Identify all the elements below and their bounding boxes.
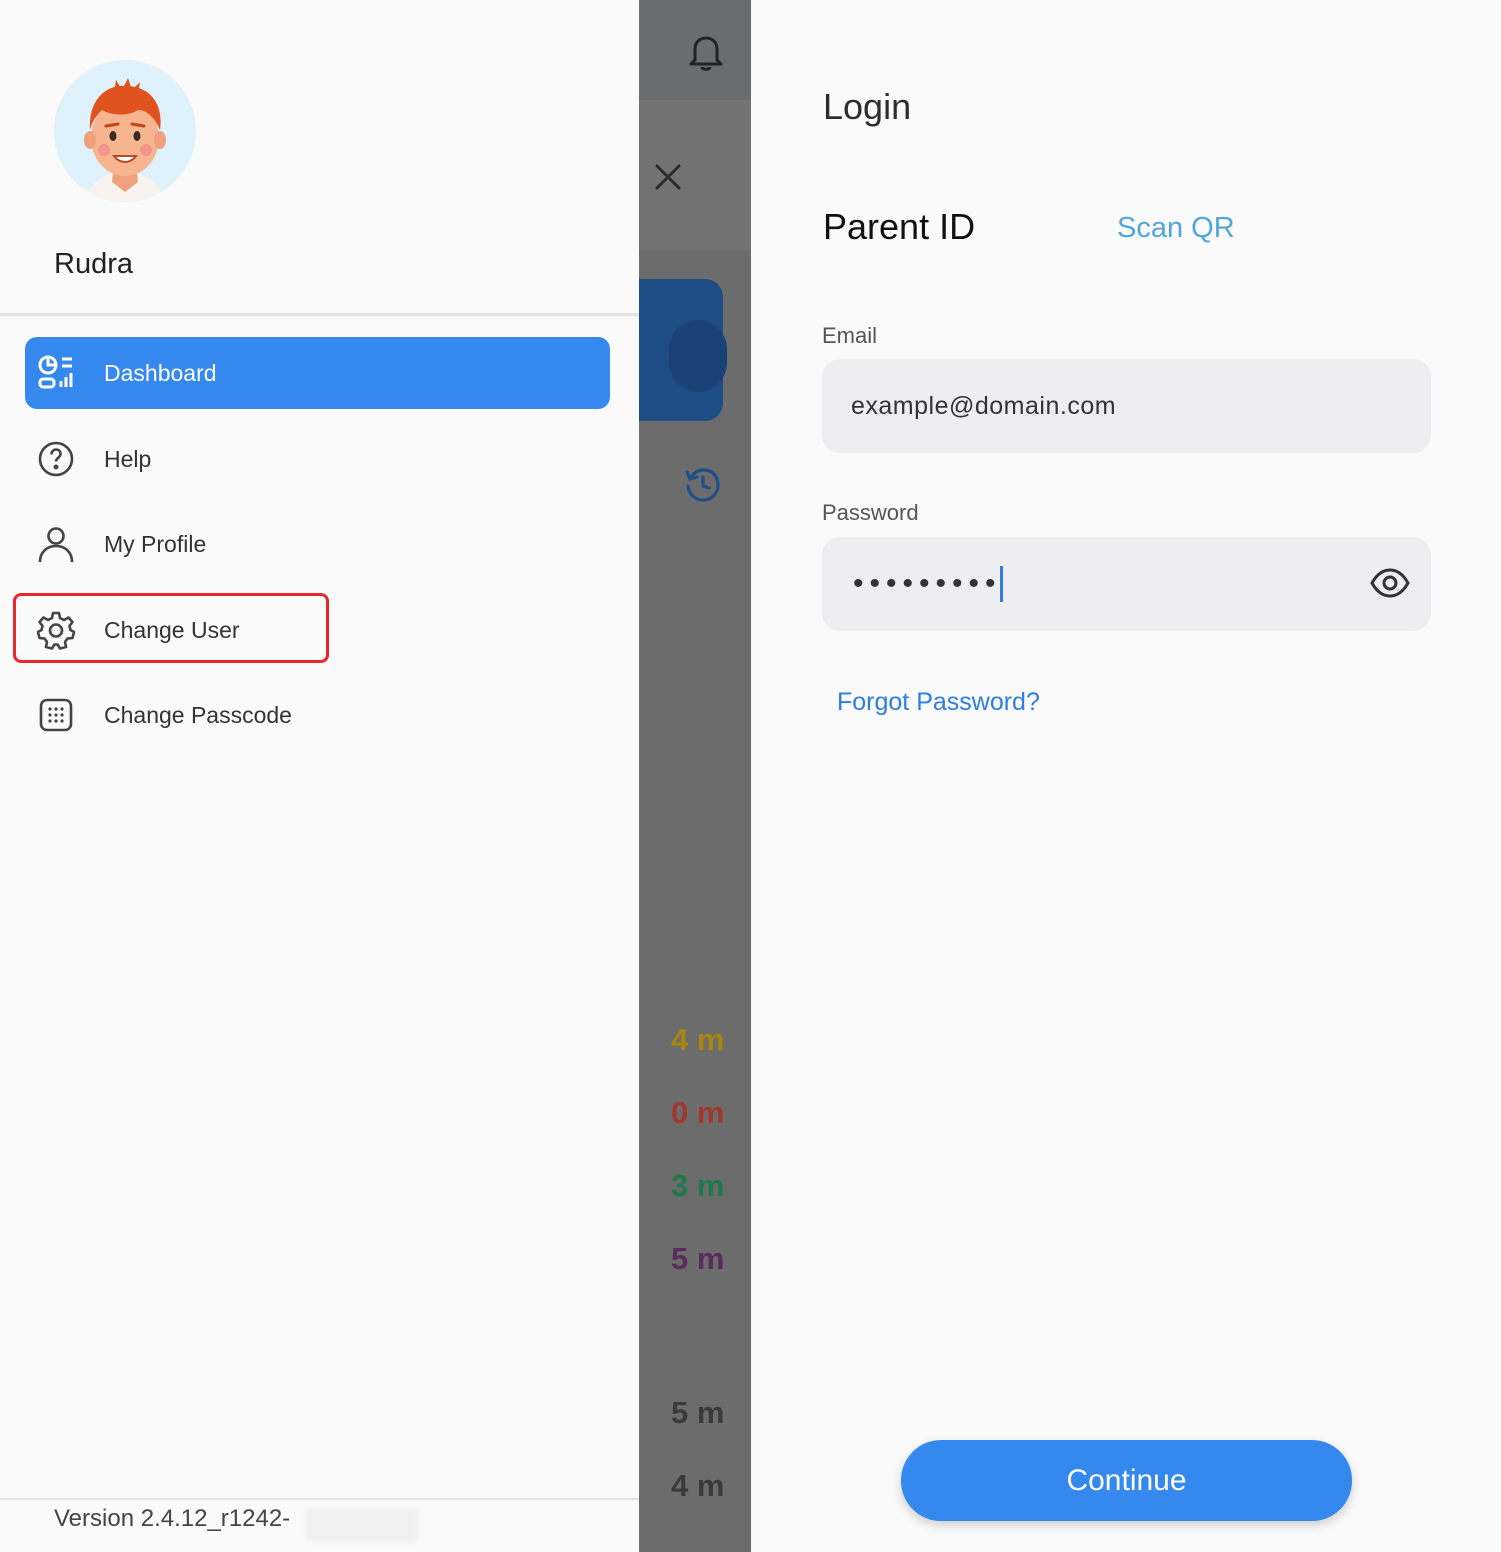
eye-icon[interactable] <box>1370 565 1410 606</box>
nav-label: Change Passcode <box>104 701 292 728</box>
nav-item-my-profile[interactable]: My Profile <box>25 508 610 580</box>
scan-qr-link[interactable]: Scan QR <box>1117 212 1235 245</box>
password-label: Password <box>822 500 919 525</box>
nav-label: Help <box>104 445 152 472</box>
minutes-label: 5 m <box>671 1395 725 1430</box>
password-dots: ••••••••• <box>853 567 1002 600</box>
history-icon <box>684 466 722 509</box>
email-field[interactable]: example@domain.com <box>822 359 1431 453</box>
keypad-icon <box>36 695 76 735</box>
password-value: ••••••••• <box>853 566 1003 602</box>
minutes-label: 0 m <box>671 1095 725 1130</box>
user-name: Rudra <box>54 248 133 280</box>
person-icon <box>36 524 76 564</box>
email-label: Email <box>822 323 878 348</box>
email-value: example@domain.com <box>851 391 1117 420</box>
continue-button[interactable]: Continue <box>901 1440 1352 1521</box>
page-title: Login <box>823 86 912 127</box>
background-card-graphic <box>669 320 727 392</box>
nav-label: My Profile <box>104 530 207 557</box>
minutes-label: 5 m <box>671 1241 725 1276</box>
navigation-drawer: Rudra Dashboard Help My Profile Change U… <box>0 0 639 1552</box>
divider <box>0 1498 639 1500</box>
avatar-illustration <box>54 60 196 202</box>
login-panel: Login Parent ID Scan QR Email example@do… <box>751 10 1501 1552</box>
forgot-password-link[interactable]: Forgot Password? <box>837 688 1040 717</box>
section-title: Parent ID <box>823 206 976 247</box>
dashboard-icon <box>36 353 76 393</box>
nav-item-change-passcode[interactable]: Change Passcode <box>25 679 610 751</box>
nav-label: Dashboard <box>104 359 217 386</box>
bell-icon <box>687 32 725 77</box>
close-icon[interactable] <box>653 162 683 197</box>
text-cursor <box>999 566 1003 602</box>
nav-item-help[interactable]: Help <box>25 423 610 495</box>
minutes-label: 4 m <box>671 1022 725 1057</box>
version-text: Version 2.4.12_r1242- <box>54 1505 291 1532</box>
minutes-label: 4 m <box>671 1468 725 1503</box>
highlight-box <box>13 593 329 663</box>
help-circle-icon <box>36 439 76 479</box>
minutes-label: 3 m <box>671 1168 725 1203</box>
password-field[interactable]: ••••••••• <box>822 537 1431 631</box>
dimmed-background[interactable]: 4 m 0 m 3 m 5 m 5 m 4 m <box>639 0 751 1552</box>
avatar[interactable] <box>54 60 196 202</box>
nav-item-dashboard[interactable]: Dashboard <box>25 337 610 409</box>
redacted-build-number <box>306 1508 418 1542</box>
divider <box>0 313 639 316</box>
